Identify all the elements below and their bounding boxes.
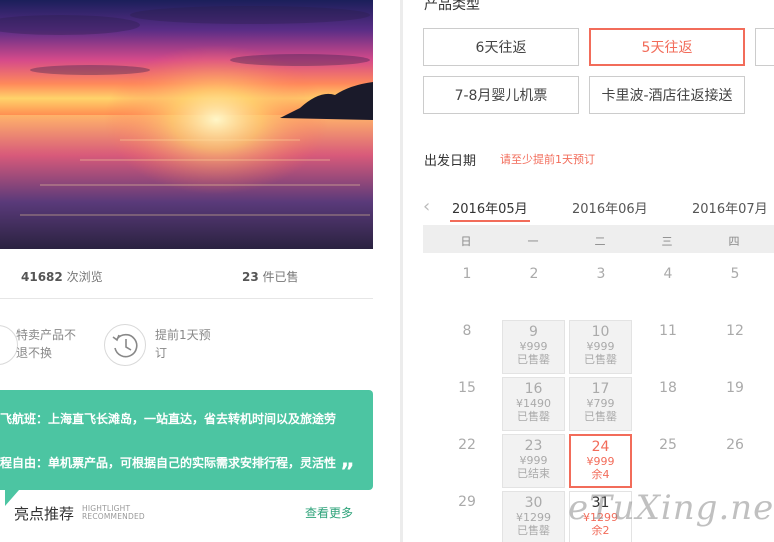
cell-day: 9: [529, 324, 538, 340]
quote-icon: „: [340, 448, 355, 473]
cell-status: 已售罄: [517, 524, 550, 537]
day-5: 5: [730, 266, 740, 282]
right-panel: 产品类型 6天往返 5天往返 7-8月婴儿机票 卡里波-酒店往返接送 出发日期 …: [403, 0, 774, 542]
left-panel: 41682 次浏览 23 件已售 特卖产品不退不换 提前1天预订 飞航班：上海直…: [0, 0, 400, 542]
product-type-title: 产品类型: [424, 0, 480, 13]
date-cell-17[interactable]: 17 ¥799 已售罄: [569, 377, 632, 431]
guarantee-advance-text: 提前1天预订: [155, 328, 211, 360]
day-25: 25: [659, 437, 677, 453]
option-6-day-roundtrip[interactable]: 6天往返: [423, 28, 579, 66]
day-18: 18: [659, 380, 677, 396]
day-19: 19: [726, 380, 744, 396]
cell-day: 16: [524, 381, 543, 397]
weekday-mon: 一: [527, 235, 539, 248]
departure-date-title: 出发日期: [424, 154, 477, 169]
cell-day: 23: [524, 438, 543, 454]
day-29: 29: [458, 494, 476, 510]
date-cell-24[interactable]: 24 ¥999 余4: [569, 434, 632, 488]
date-cell-16[interactable]: 16 ¥1490 已售罄: [502, 377, 565, 431]
cell-day: 24: [591, 439, 610, 455]
guarantee-no-refund-text: 特卖产品不退不换: [16, 328, 77, 360]
weekday-wed: 三: [661, 235, 673, 248]
day-26: 26: [726, 437, 744, 453]
see-more-link[interactable]: 查看更多: [305, 504, 353, 521]
clock-history-icon: [104, 324, 146, 366]
cell-price: ¥999: [519, 454, 548, 467]
option-infant-ticket[interactable]: 7-8月婴儿机票: [423, 76, 579, 114]
day-15: 15: [458, 380, 476, 396]
cell-status: 已售罄: [517, 353, 550, 366]
promo-line-1: 飞航班：上海直飞长滩岛，一站直达，省去转机时间以及旅途劳: [0, 412, 337, 426]
sold-label: 件已售: [262, 270, 299, 284]
weekday-tue: 二: [594, 235, 606, 248]
option-hotel-transfer[interactable]: 卡里波-酒店往返接送: [589, 76, 745, 114]
views-count: 41682: [21, 270, 63, 284]
day-3: 3: [596, 266, 606, 282]
sunset-beach-photo: [0, 0, 373, 249]
cell-status: 已售罄: [584, 353, 617, 366]
weekday-thu: 四: [728, 235, 740, 248]
cell-price: ¥999: [586, 340, 615, 353]
highlight-subtitle: HIGHTLIGHT RECOMMENDED: [82, 505, 145, 521]
promo-box: 飞航班：上海直飞长滩岛，一站直达，省去转机时间以及旅途劳 程自由：单机票产品，可…: [0, 390, 373, 490]
sold-count: 23: [242, 270, 259, 284]
cell-day: 10: [591, 324, 610, 340]
day-8: 8: [462, 323, 472, 339]
cell-status: 已结束: [517, 467, 550, 480]
views-stat: 41682 次浏览: [21, 268, 103, 285]
month-tab-2016-06[interactable]: 2016年06月: [572, 198, 648, 217]
highlight-title: 亮点推荐: [14, 505, 75, 523]
views-label: 次浏览: [66, 270, 103, 284]
cell-status: 余4: [591, 468, 610, 481]
promo-line-2: 程自由：单机票产品，可根据自己的实际需求安排行程，灵活性: [0, 456, 337, 470]
cell-status: 已售罄: [517, 410, 550, 423]
booking-hint: 请至少提前1天预订: [500, 153, 595, 166]
site-watermark: eTuXing.net: [568, 488, 774, 528]
day-2: 2: [529, 266, 539, 282]
cell-day: 30: [524, 495, 543, 511]
date-cell-23[interactable]: 23 ¥999 已结束: [502, 434, 565, 488]
date-cell-10[interactable]: 10 ¥999 已售罄: [569, 320, 632, 374]
date-cell-30[interactable]: 30 ¥1299 已售罄: [502, 491, 565, 542]
cell-day: 17: [591, 381, 610, 397]
cell-status: 已售罄: [584, 410, 617, 423]
cell-price: ¥1299: [516, 511, 551, 524]
guarantee-advance-booking: 提前1天预订: [104, 320, 224, 370]
weekday-header: 日 一 二 三 四: [423, 225, 774, 253]
cell-price: ¥999: [519, 340, 548, 353]
cell-price: ¥1490: [516, 397, 551, 410]
option-partial[interactable]: [755, 28, 774, 66]
day-22: 22: [458, 437, 476, 453]
day-1: 1: [462, 266, 472, 282]
day-4: 4: [663, 266, 673, 282]
month-tab-2016-05[interactable]: 2016年05月: [452, 198, 528, 217]
highlight-subtitle-line2: RECOMMENDED: [82, 512, 145, 521]
sunset-image: [0, 0, 373, 249]
sold-stat: 23 件已售: [242, 268, 299, 285]
cell-price: ¥999: [586, 455, 615, 468]
cell-price: ¥799: [586, 397, 615, 410]
weekday-sun: 日: [460, 235, 472, 248]
month-tab-2016-07[interactable]: 2016年07月: [692, 198, 768, 217]
day-12: 12: [726, 323, 744, 339]
active-month-indicator: [450, 220, 530, 222]
guarantee-no-refund: 特卖产品不退不换: [0, 320, 100, 370]
date-cell-9[interactable]: 9 ¥999 已售罄: [502, 320, 565, 374]
day-11: 11: [659, 323, 677, 339]
chevron-left-icon[interactable]: ‹: [423, 196, 430, 217]
option-5-day-roundtrip[interactable]: 5天往返: [589, 28, 745, 66]
stats-bar: 41682 次浏览 23 件已售: [0, 249, 373, 299]
